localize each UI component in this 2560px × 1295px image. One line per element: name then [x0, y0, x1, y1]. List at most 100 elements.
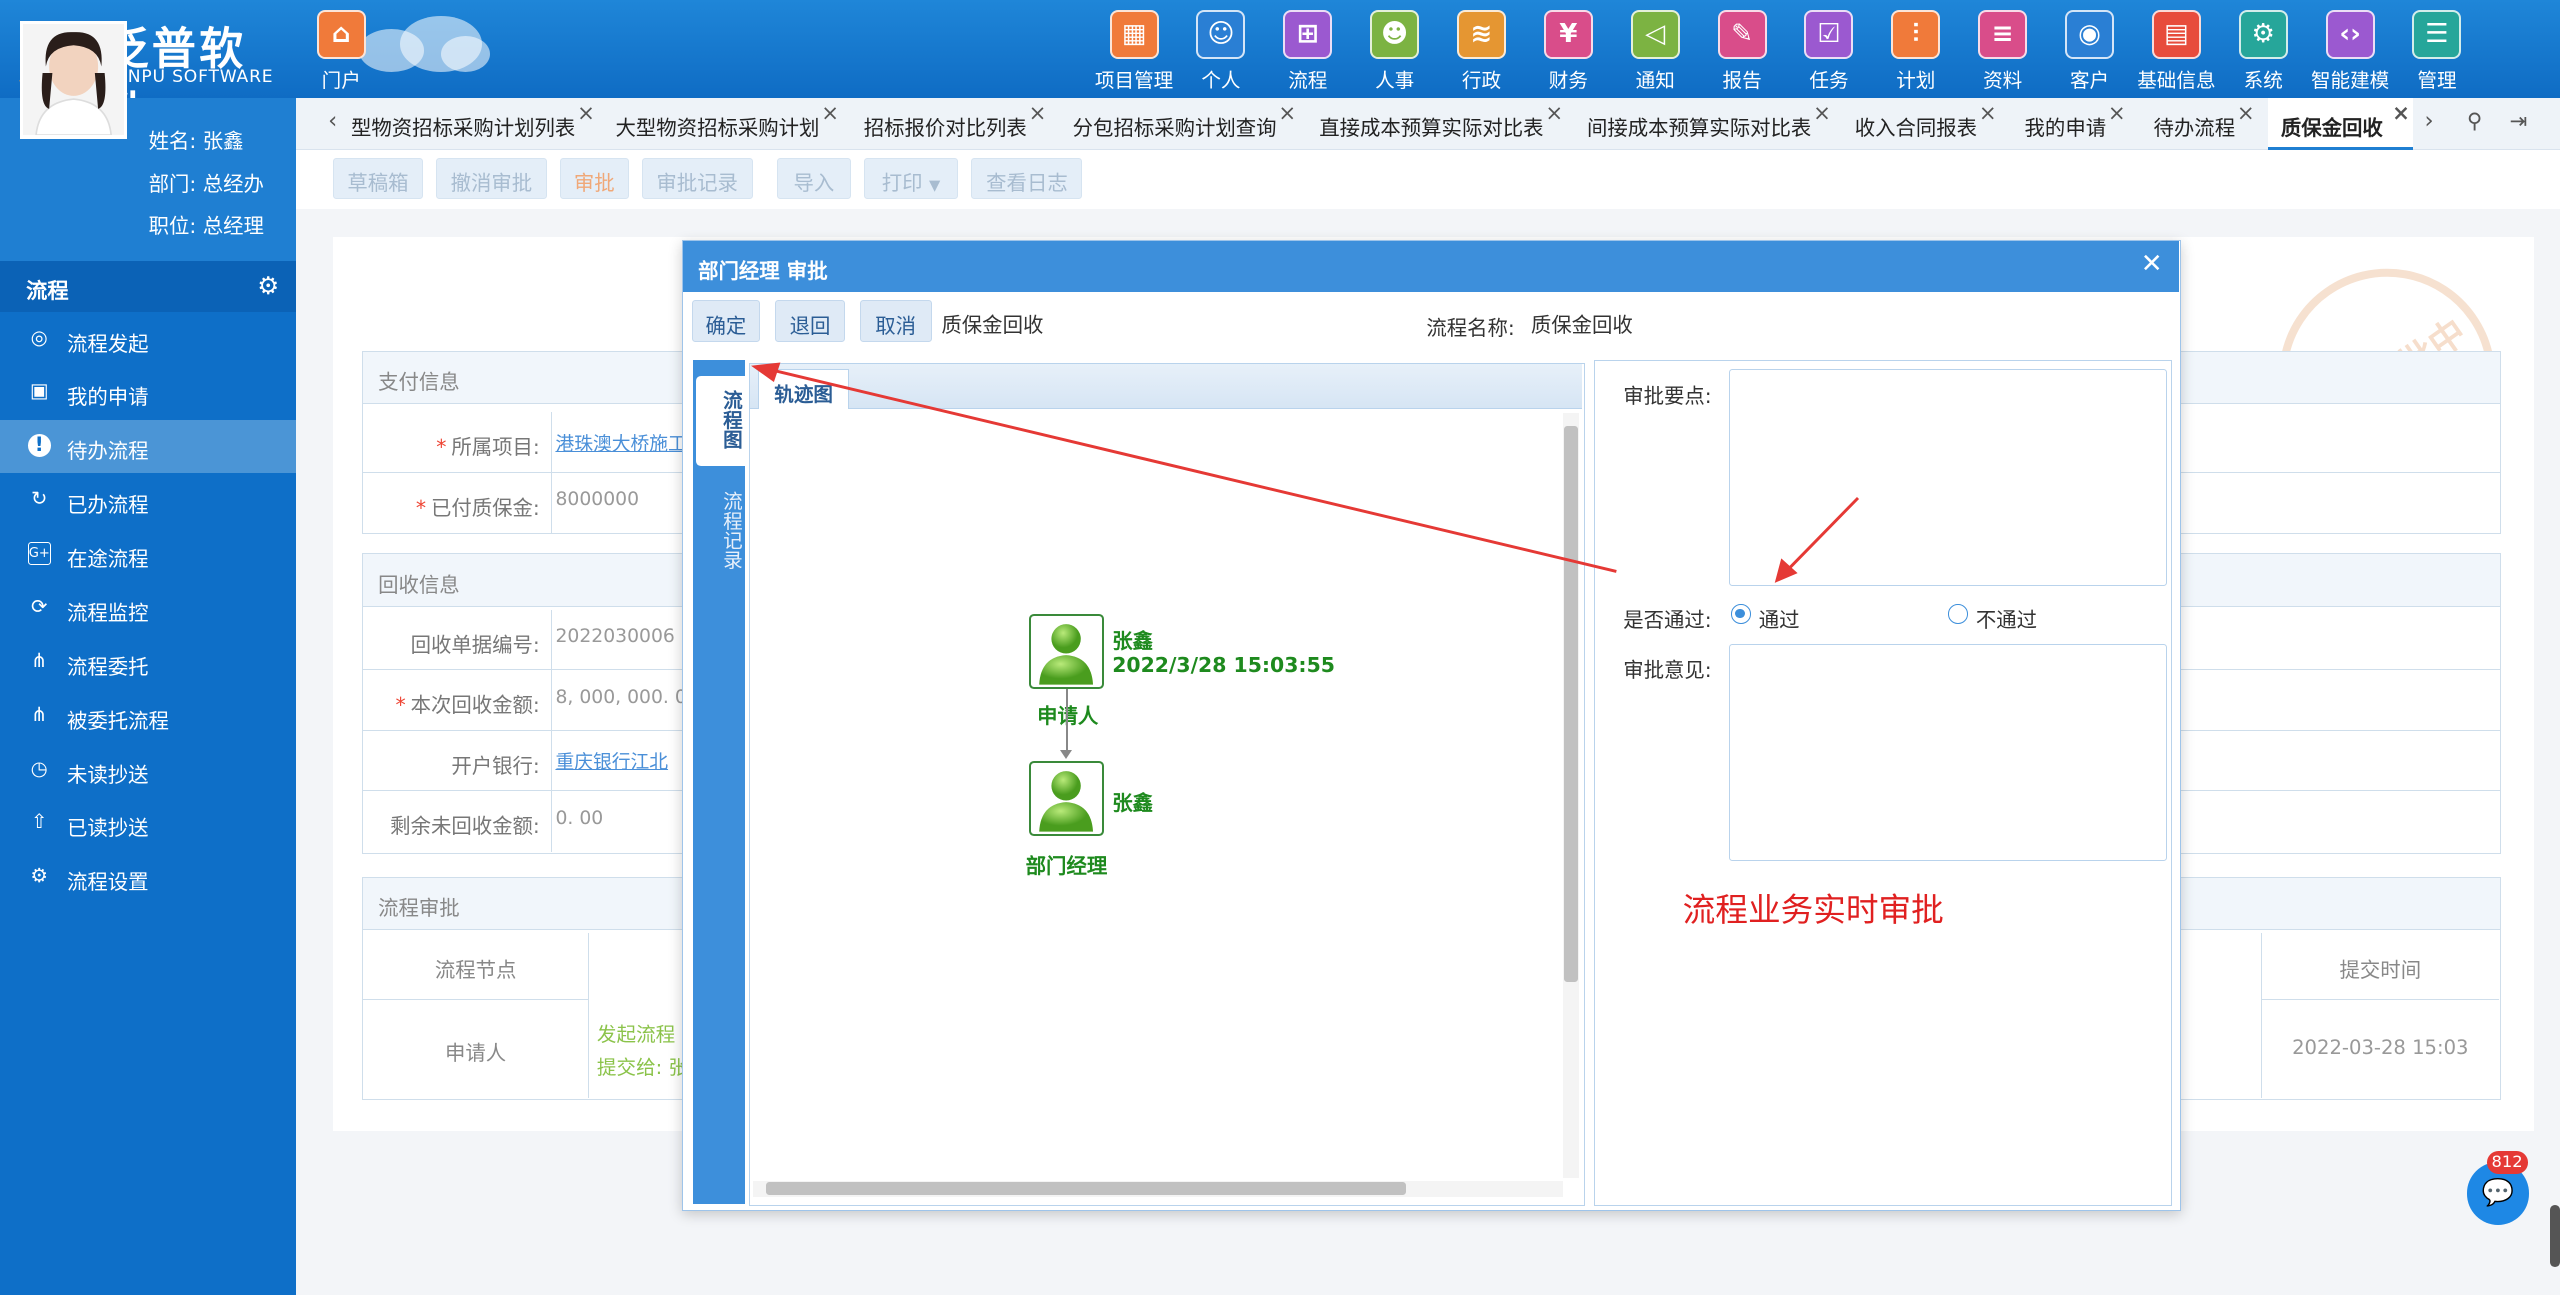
- topnav-label: 系统: [2243, 68, 2283, 92]
- pass-no-radio[interactable]: [1948, 604, 1968, 625]
- bank-link[interactable]: 重庆银行江北: [551, 730, 668, 791]
- topnav-label: 财务: [1548, 68, 1588, 92]
- revoke-approval-button[interactable]: 撤消审批: [435, 158, 547, 200]
- sidebar-item-10[interactable]: ⚙ 流程设置: [0, 851, 296, 905]
- tab-close-icon[interactable]: ×: [2237, 101, 2255, 126]
- tab-label: 收入合同报表: [1854, 116, 1978, 140]
- pass-yes-radio[interactable]: [1730, 604, 1751, 625]
- tab-flow-graph[interactable]: 流程图: [696, 376, 746, 467]
- tab-9[interactable]: 质保金回收 ×: [2267, 97, 2414, 151]
- applicant-node[interactable]: [1028, 614, 1105, 690]
- settings-gear-icon[interactable]: ⚙: [257, 271, 279, 300]
- approve-button[interactable]: 审批: [560, 158, 629, 200]
- topnav-item-3[interactable]: ☻ 人事: [1351, 9, 1438, 92]
- tab-close-icon[interactable]: ×: [1278, 101, 1296, 126]
- topnav-item-12[interactable]: ▤ 基础信息: [2133, 9, 2220, 92]
- clipboard-icon: ▣: [29, 379, 49, 403]
- tab-close-icon[interactable]: ×: [577, 101, 595, 126]
- topnav-label: 项目管理: [1094, 68, 1174, 92]
- cancel-button[interactable]: 取消: [859, 299, 932, 343]
- sidebar-item-0[interactable]: ◎ 流程发起: [0, 312, 296, 366]
- topnav-item-15[interactable]: ☰ 管理: [2394, 9, 2481, 92]
- user-node-icon: [1039, 624, 1093, 685]
- sidebar-item-5[interactable]: ⟳ 流程监控: [0, 581, 296, 635]
- sidebar-item-6[interactable]: ⋔ 流程委托: [0, 635, 296, 689]
- opinion-textarea[interactable]: [1729, 643, 2167, 861]
- approval-record-button[interactable]: 审批记录: [641, 158, 753, 200]
- sidebar-item-3[interactable]: ↻ 已办流程: [0, 473, 296, 527]
- close-icon[interactable]: ✕: [2141, 249, 2163, 279]
- pass-no-label[interactable]: 不通过: [1976, 603, 2037, 633]
- draft-button[interactable]: 草稿箱: [333, 158, 423, 200]
- tab-8[interactable]: 待办流程 ×: [2154, 98, 2255, 150]
- tab-5[interactable]: 间接成本预算实际对比表 ×: [1587, 98, 1831, 150]
- topnav-item-6[interactable]: ◁ 通知: [1612, 9, 1699, 92]
- tab-1[interactable]: 大型物资招标采购计划 ×: [616, 98, 839, 150]
- topnav-item-0[interactable]: ▦ 项目管理: [1091, 9, 1178, 92]
- topnav-item-5[interactable]: ¥ 财务: [1525, 9, 1612, 92]
- topnav-item-7[interactable]: ✎ 报告: [1699, 9, 1786, 92]
- horizontal-scrollbar[interactable]: [753, 1180, 1563, 1198]
- tab-close-icon[interactable]: ×: [1029, 101, 1047, 126]
- vertical-scrollbar[interactable]: [1562, 413, 1580, 1178]
- project-label: * 所属项目:: [436, 435, 540, 460]
- sidebar-item-label: 流程设置: [66, 870, 149, 895]
- doc-no-label: 回收单据编号:: [410, 632, 540, 657]
- sidebar-item-2[interactable]: ! 待办流程: [0, 419, 296, 474]
- row-time: 2022-03-28 15:03: [2260, 1000, 2499, 1099]
- tab-0[interactable]: 型物资招标采购计划列表 ×: [351, 98, 595, 150]
- tab-close-icon[interactable]: ×: [821, 101, 839, 126]
- task-icon: ☑: [1804, 9, 1854, 59]
- sidebar-item-4[interactable]: G+ 在途流程: [0, 527, 296, 581]
- print-button[interactable]: 打印 ▼: [863, 158, 959, 200]
- points-textarea[interactable]: [1729, 369, 2167, 587]
- tab-2[interactable]: 招标报价对比列表 ×: [864, 98, 1047, 150]
- tab-close-icon[interactable]: ×: [1813, 101, 1831, 126]
- tab-scroll-right-icon[interactable]: ›: [2425, 108, 2434, 134]
- topnav-item-8[interactable]: ☑ 任务: [1786, 9, 1873, 92]
- sidebar-item-7[interactable]: ⋔ 被委托流程: [0, 689, 296, 743]
- tab-label: 直接成本预算实际对比表: [1319, 116, 1544, 140]
- tab-flow-record[interactable]: 流程记录: [696, 478, 745, 592]
- person-icon: ☺: [1196, 9, 1246, 59]
- avatar[interactable]: [19, 21, 128, 139]
- tab-3[interactable]: 分包招标采购计划查询 ×: [1072, 98, 1296, 150]
- view-log-button[interactable]: 查看日志: [971, 158, 1083, 200]
- topnav-item-10[interactable]: ≡ 资料: [1959, 9, 2046, 92]
- node1-time: 2022/3/28 15:03:55: [1112, 653, 1335, 678]
- gear-icon: ⚙: [30, 864, 48, 888]
- tab-close-icon[interactable]: ×: [2392, 101, 2410, 126]
- tab-7[interactable]: 我的申请 ×: [2025, 98, 2126, 150]
- exit-icon[interactable]: ⇥: [2509, 109, 2527, 134]
- manager-node[interactable]: [1028, 761, 1105, 837]
- flow-connector: [1066, 689, 1069, 755]
- track-graph-tab[interactable]: 轨迹图: [757, 369, 850, 409]
- sidebar-item-1[interactable]: ▣ 我的申请: [0, 366, 296, 420]
- tab-4[interactable]: 直接成本预算实际对比表 ×: [1319, 98, 1563, 150]
- topnav-item-9[interactable]: ⫶ 计划: [1872, 9, 1959, 92]
- confirm-button[interactable]: 确定: [691, 299, 761, 343]
- pass-yes-label[interactable]: 通过: [1759, 603, 1800, 633]
- google-plus-icon: G+: [27, 542, 51, 565]
- topnav-label: 管理: [2417, 68, 2457, 92]
- key-icon[interactable]: ⚲: [2467, 109, 2483, 134]
- topnav-item-13[interactable]: ⚙ 系统: [2220, 9, 2307, 92]
- side-handle[interactable]: [2550, 1204, 2560, 1267]
- tab-close-icon[interactable]: ×: [1545, 101, 1563, 126]
- topnav-item-14[interactable]: ‹› 智能建模: [2307, 9, 2394, 92]
- topnav-item-1[interactable]: ☺ 个人: [1178, 9, 1265, 92]
- topnav-item-11[interactable]: ◉ 客户: [2046, 9, 2133, 92]
- portal-button[interactable]: ⌂ 门户: [313, 9, 369, 92]
- sidebar-item-9[interactable]: ⇧ 已读抄送: [0, 797, 296, 851]
- tab-close-icon[interactable]: ×: [2108, 101, 2126, 126]
- tab-label: 分包招标采购计划查询: [1072, 116, 1277, 140]
- tab-scroll-left-icon[interactable]: ‹: [328, 108, 337, 134]
- import-button[interactable]: 导入: [777, 158, 851, 200]
- tab-6[interactable]: 收入合同报表 ×: [1854, 98, 1997, 150]
- topnav-item-4[interactable]: ≋ 行政: [1438, 9, 1525, 92]
- project-link[interactable]: 港珠澳大桥施工: [551, 412, 687, 472]
- tab-close-icon[interactable]: ×: [1979, 101, 1997, 126]
- return-button[interactable]: 退回: [774, 299, 846, 343]
- sidebar-item-8[interactable]: ◷ 未读抄送: [0, 743, 296, 797]
- topnav-item-2[interactable]: ⊞ 流程: [1264, 9, 1351, 92]
